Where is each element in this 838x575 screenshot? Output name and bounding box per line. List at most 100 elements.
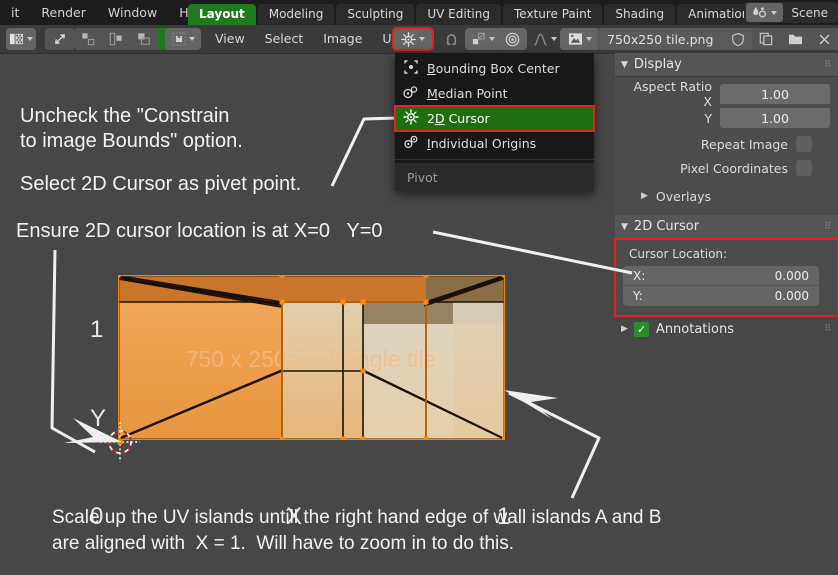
uv-sync-selection-icon[interactable] xyxy=(45,28,75,50)
annotation-note-4: Scale up the UV islands untill the right… xyxy=(52,507,662,554)
panel-grip-icon: ⠿ xyxy=(824,324,832,334)
snap-target-icon[interactable] xyxy=(465,28,501,50)
repeat-image-label: Repeat Image xyxy=(700,136,788,152)
menu-item-window[interactable]: Window xyxy=(97,0,168,25)
image-display-icon[interactable] xyxy=(560,28,600,50)
menu-view[interactable]: View xyxy=(205,28,255,50)
panel-grip-icon: ⠿ xyxy=(824,59,832,70)
display-panel-body: Aspect Ratio X 1.00 Y 1.00 Repeat Image … xyxy=(615,77,838,215)
dropdown-separator xyxy=(395,159,594,160)
annotation-note-3: Ensure 2D cursor location is at X=0 Y=0 xyxy=(16,220,383,242)
edge-select-icon[interactable] xyxy=(102,28,130,50)
cursor-y-label: Y: xyxy=(633,289,643,303)
annotations-label: Annotations xyxy=(655,321,734,337)
dropdown-footer-label: Pivot xyxy=(395,163,594,191)
fake-user-shield-icon[interactable] xyxy=(724,28,752,50)
pivot-option-median-point[interactable]: Median Point xyxy=(395,81,594,106)
chevron-down-icon xyxy=(188,37,195,41)
tab-layout[interactable]: Layout xyxy=(188,4,256,25)
pivot-option-individual-origins[interactable]: Individual Origins xyxy=(395,131,594,156)
scene-data-icon[interactable] xyxy=(746,3,784,22)
cursor-location-label: Cursor Location: xyxy=(629,247,728,261)
cursor-y-field[interactable]: Y: 0.000 xyxy=(623,286,819,306)
chevron-down-icon xyxy=(27,37,33,41)
aspect-ratio-y-label: Y xyxy=(704,110,712,126)
uv-editor-header: View Select Image UV 750x250 tile.png xyxy=(0,25,838,54)
proportional-editing-icon[interactable] xyxy=(497,28,527,50)
open-image-folder-icon[interactable] xyxy=(780,28,810,50)
pivot-point-button[interactable] xyxy=(392,27,434,51)
falloff-curve-icon[interactable] xyxy=(527,28,563,50)
application-menu: it Render Window Help xyxy=(0,0,219,25)
pivot-option-label: 2D Cursor xyxy=(427,111,490,126)
cursor-panel-title: 2D Cursor xyxy=(633,219,700,234)
triangle-down-icon: ▼ xyxy=(621,221,628,232)
cursor-y-value: 0.000 xyxy=(774,289,809,303)
scene-selector[interactable]: Scene xyxy=(744,2,838,23)
n-panel-sidebar: ▼ Display ⠿ Aspect Ratio X 1.00 Y 1.00 R… xyxy=(614,53,838,575)
axis-label-y-one: 1 xyxy=(90,316,104,343)
chevron-down-icon xyxy=(551,37,557,41)
tab-sculpting[interactable]: Sculpting xyxy=(336,4,415,25)
pixel-coordinates-checkbox[interactable] xyxy=(796,160,812,176)
aspect-ratio-x-label: Aspect Ratio X xyxy=(633,79,712,109)
aspect-ratio-y-field[interactable]: 1.00 xyxy=(720,108,830,128)
axis-label-y: Y xyxy=(90,405,107,432)
image-watermark-text: 750 x 250pixel single tile xyxy=(186,346,437,372)
2d-cursor-icon xyxy=(403,109,419,128)
scene-name-label[interactable]: Scene xyxy=(785,6,838,20)
menu-item-edit[interactable]: it xyxy=(0,0,30,25)
tab-modeling[interactable]: Modeling xyxy=(257,4,335,25)
menu-image[interactable]: Image xyxy=(313,28,372,50)
pivot-option-bounding-box-center[interactable]: Bounding Box Center xyxy=(395,56,594,81)
triangle-down-icon: ▼ xyxy=(621,59,628,70)
pivot-option-label: Individual Origins xyxy=(427,136,537,151)
aspect-ratio-x-field[interactable]: 1.00 xyxy=(720,84,830,104)
new-image-copy-icon[interactable] xyxy=(752,28,780,50)
uv-image-and-islands[interactable]: 750 x 250pixel single tile xyxy=(118,275,505,440)
panel-grip-icon: ⠿ xyxy=(824,221,832,232)
annotations-panel-header[interactable]: ▶ ✓ Annotations ⠿ xyxy=(615,316,838,342)
triangle-right-icon: ▶ xyxy=(621,324,628,334)
pixel-coordinates-row: Pixel Coordinates xyxy=(623,157,830,179)
editor-type-selector[interactable] xyxy=(6,28,36,50)
vertex-select-icon[interactable] xyxy=(74,28,102,50)
cursor-panel-header[interactable]: ▼ 2D Cursor ⠿ xyxy=(615,215,838,239)
pivot-option-label: Median Point xyxy=(427,86,508,101)
menu-item-render[interactable]: Render xyxy=(30,0,97,25)
individual-origins-icon xyxy=(403,134,419,153)
tab-texture-paint[interactable]: Texture Paint xyxy=(502,4,603,25)
tab-shading[interactable]: Shading xyxy=(604,4,676,25)
repeat-image-checkbox[interactable] xyxy=(796,136,812,152)
sticky-selection-icon[interactable] xyxy=(165,28,201,50)
unlink-image-x-icon[interactable] xyxy=(810,28,838,50)
chevron-down-icon xyxy=(771,10,778,15)
annotations-checkbox[interactable]: ✓ xyxy=(633,321,649,337)
pivot-point-dropdown[interactable]: Bounding Box Center Median Point 2D Curs… xyxy=(394,53,595,191)
repeat-image-row: Repeat Image xyxy=(623,133,830,155)
magnet-icon[interactable] xyxy=(437,28,465,50)
cursor-x-label: X: xyxy=(633,268,646,283)
top-menu-bar: it Render Window Help Layout Modeling Sc… xyxy=(0,0,838,25)
cursor-location-group: Cursor Location: X: 0.000 Y: 0.000 xyxy=(614,238,838,317)
triangle-right-icon: ▶ xyxy=(641,191,648,201)
display-panel-header[interactable]: ▼ Display ⠿ xyxy=(615,53,838,77)
pivot-option-2d-cursor[interactable]: 2D Cursor xyxy=(394,105,595,132)
chevron-down-icon xyxy=(419,37,425,41)
bounding-box-center-icon xyxy=(403,59,419,78)
face-select-icon[interactable] xyxy=(130,28,158,50)
chevron-down-icon xyxy=(586,37,592,41)
pixel-coordinates-label: Pixel Coordinates xyxy=(680,160,788,176)
uv-editor-icon[interactable] xyxy=(6,28,36,50)
cursor-x-value: 0.000 xyxy=(774,268,809,283)
blender-uv-editor-window: it Render Window Help Layout Modeling Sc… xyxy=(0,0,838,575)
aspect-ratio-x-row: Aspect Ratio X 1.00 xyxy=(623,79,830,109)
menu-select[interactable]: Select xyxy=(255,28,314,50)
workspace-tabs: Layout Modeling Sculpting UV Editing Tex… xyxy=(188,2,762,25)
cursor-x-field[interactable]: X: 0.000 xyxy=(623,266,819,286)
overlays-label: Overlays xyxy=(655,188,712,204)
tab-uv-editing[interactable]: UV Editing xyxy=(416,4,501,25)
chevron-down-icon xyxy=(488,37,495,41)
display-panel-title: Display xyxy=(633,57,682,72)
overlays-subpanel[interactable]: ▶ Overlays xyxy=(623,185,830,207)
